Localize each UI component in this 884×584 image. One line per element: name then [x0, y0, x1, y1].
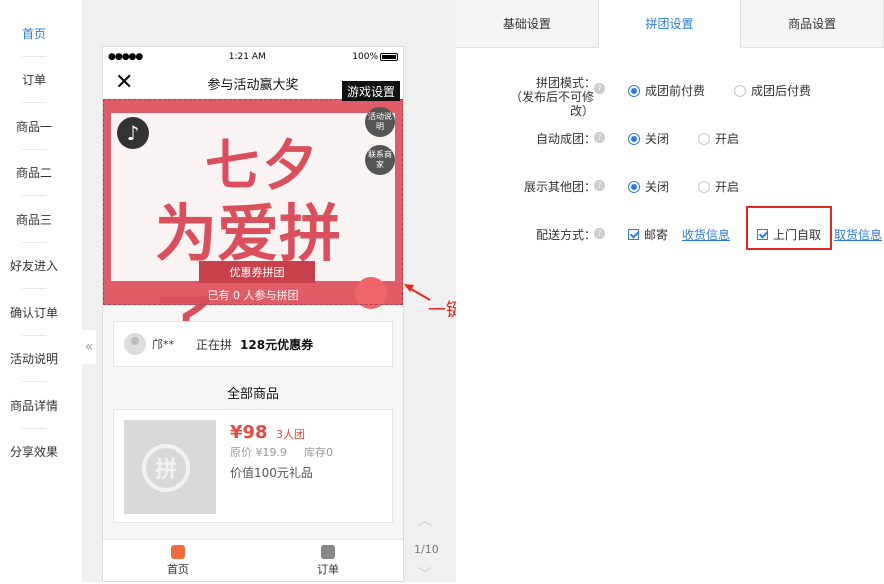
- show-other-groups-label: 展示其他团：: [523, 180, 596, 194]
- team-size: 3人团: [276, 428, 305, 441]
- pickup-info-link[interactable]: 取货信息: [834, 226, 882, 243]
- groupon-mode-label: 拼团模式：: [535, 76, 596, 90]
- nav-item-confirm-order[interactable]: 确认订单: [0, 289, 68, 336]
- groupon-status: 正在拼: [196, 337, 233, 352]
- nav-item-product-detail[interactable]: 商品详情: [0, 382, 68, 429]
- radio-on-icon: [628, 180, 640, 193]
- tab-order-label: 订单: [317, 562, 339, 576]
- radio-off-icon: [734, 84, 746, 97]
- radio-on-icon: [628, 132, 640, 145]
- signal-icon: ●●●●●: [108, 52, 143, 62]
- groupon-badge-icon: 拼: [142, 444, 190, 492]
- original-price: 原价 ¥19.9: [230, 446, 287, 459]
- product-gift: 价值100元礼品: [230, 466, 313, 480]
- tab-order[interactable]: 订单: [253, 540, 403, 581]
- show-other-on[interactable]: 开启: [698, 178, 739, 195]
- tab-home[interactable]: 首页: [103, 540, 253, 581]
- page-counter: 1/10: [414, 543, 439, 556]
- product-image: 拼: [124, 420, 216, 514]
- help-icon[interactable]: ?: [594, 180, 605, 191]
- help-icon[interactable]: ?: [594, 228, 605, 239]
- auto-group-on[interactable]: 开启: [698, 130, 739, 147]
- checkbox-checked-icon: [628, 229, 639, 240]
- battery-icon: [380, 52, 398, 61]
- status-bar: ●●●●● 1:21 AM 100%: [103, 47, 403, 67]
- radio-off-icon: [698, 132, 710, 145]
- game-settings-button[interactable]: 游戏设置: [342, 81, 400, 101]
- phone-preview: ●●●●● 1:21 AM 100% ✕ 参与活动赢大奖 七夕 为爱拼了 优惠券…: [102, 46, 404, 582]
- order-icon: [321, 544, 335, 559]
- product-card[interactable]: 拼 ¥98 3人团 原价 ¥19.9 库存0 价值100元礼品: [113, 409, 393, 523]
- nav-item-home[interactable]: 首页: [0, 10, 68, 57]
- tab-basic-settings[interactable]: 基础设置: [456, 0, 599, 47]
- chevron-up-icon[interactable]: ︿: [418, 510, 432, 530]
- status-time: 1:21 AM: [228, 52, 266, 62]
- close-icon[interactable]: ✕: [115, 71, 133, 95]
- nav-item-friend-entry[interactable]: 好友进入: [0, 243, 68, 290]
- phone-tab-bar: 首页 订单: [103, 539, 403, 581]
- stock-count: 库存0: [304, 446, 333, 459]
- delivery-mail-checkbox[interactable]: 邮寄: [628, 226, 668, 243]
- battery-status: 100%: [352, 52, 398, 62]
- option-pay-after[interactable]: 成团后付费: [734, 82, 811, 99]
- option-pay-before[interactable]: 成团前付费: [628, 82, 705, 99]
- shipping-info-link[interactable]: 收货信息: [682, 226, 730, 243]
- all-products-heading: 全部商品: [226, 387, 279, 402]
- radio-on-icon: [628, 84, 640, 97]
- home-icon: [171, 544, 185, 559]
- collapse-sidebar-button[interactable]: «: [82, 330, 96, 364]
- nav-item-product-2[interactable]: 商品二: [0, 150, 68, 197]
- auto-group-off[interactable]: 关闭: [628, 130, 669, 147]
- delivery-label: 配送方式：: [535, 228, 596, 242]
- chevron-down-icon[interactable]: ﹀: [418, 564, 432, 584]
- auto-group-label: 自动成团：: [535, 132, 596, 146]
- nav-item-orders[interactable]: 订单: [0, 57, 68, 104]
- radio-off-icon: [698, 180, 710, 193]
- help-icon[interactable]: ?: [594, 132, 605, 143]
- tab-groupon-settings[interactable]: 拼团设置: [598, 0, 742, 48]
- nav-item-share-effect[interactable]: 分享效果: [0, 429, 68, 476]
- nav-item-activity-info[interactable]: 活动说明: [0, 336, 68, 383]
- tab-home-label: 首页: [167, 562, 189, 576]
- show-other-off[interactable]: 关闭: [628, 178, 669, 195]
- banner-selection-outline: [103, 99, 403, 305]
- nav-item-product-1[interactable]: 商品一: [0, 103, 68, 150]
- settings-panel: 基础设置 拼团设置 商品设置 拼团模式： （发布后不可修改） ? 成团前付费 成…: [456, 0, 884, 582]
- nav-item-product-3[interactable]: 商品三: [0, 196, 68, 243]
- avatar: [124, 333, 146, 355]
- groupon-item: 128元优惠券: [240, 337, 314, 352]
- tab-product-settings[interactable]: 商品设置: [741, 0, 884, 47]
- groupon-mode-note: （发布后不可修改）: [509, 90, 594, 118]
- groupon-user-name: 邝**: [152, 338, 174, 351]
- settings-tabs: 基础设置 拼团设置 商品设置: [456, 0, 884, 48]
- product-price: ¥98: [230, 422, 268, 443]
- groupon-in-progress-card[interactable]: 邝** 正在拼 128元优惠券: [113, 321, 393, 367]
- theme-banner[interactable]: 七夕 为爱拼了 优惠券拼团 已有 0 人参与拼团 ♪ 活动说明 联系商家: [103, 99, 403, 360]
- left-nav: 首页 订单 商品一 商品二 商品三 好友进入 确认订单 活动说明 商品详情 分享…: [0, 0, 68, 582]
- help-icon[interactable]: ?: [594, 83, 605, 94]
- pickup-highlight-box: [746, 206, 832, 250]
